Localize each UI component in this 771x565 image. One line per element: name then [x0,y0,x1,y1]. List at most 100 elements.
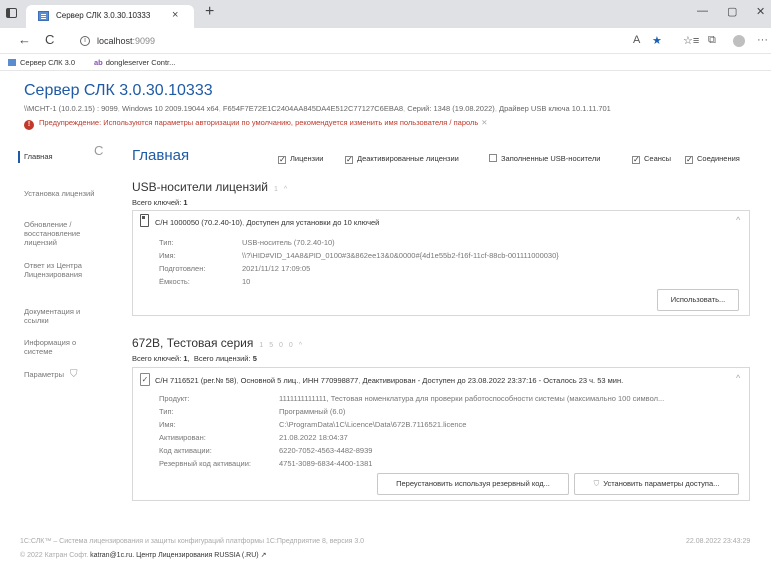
read-aloud-icon[interactable]: A [633,34,640,46]
sidebar-item-label: Ответ из Центра Лицензирования [24,261,83,279]
license-status: Деактивирован - Доступен до 23.08.2022 2… [362,376,624,385]
browser-tab-bar: Сервер СЛК 3.0.30.10333 × + — ▢ ✕ [0,0,771,28]
field-label: Имя: [159,251,176,260]
filter-label: Деактивированные лицензии [357,154,459,163]
footer-timestamp: 22.08.2022 23:43:29 [686,538,751,545]
filter-licenses[interactable]: ✓ Лицензии [278,154,323,164]
server-host: \\МСНТ-1 (10.0.2.15) : 9099 [24,104,118,113]
count-label: Всего ключей: [132,198,182,207]
field-label: Имя: [159,420,176,429]
section-badges[interactable]: 1 ^ [274,186,289,193]
field-label: Код активации: [159,446,212,455]
field-value: Программный (6.0) [279,407,346,416]
bookmark-favicon-icon [8,59,16,66]
collapse-icon[interactable]: ^ [736,215,740,225]
site-info-icon[interactable]: i [80,36,90,46]
tab-actions-icon[interactable] [6,8,17,18]
bookmark-server[interactable]: Сервер СЛК 3.0 [8,58,75,67]
sidebar-item-install[interactable]: Установка лицензий [24,189,116,198]
sidebar-item-label: Параметры [24,370,64,379]
favorite-star-icon[interactable]: ★ [652,34,662,47]
browser-tab[interactable]: Сервер СЛК 3.0.30.10333 × [26,5,194,28]
field-value: 4751-3089-6834-4400-1381 [279,459,373,468]
field-value: 6220-7052-4563-4482-8939 [279,446,373,455]
field-value: USB-носитель (70.2.40-10) [242,238,335,247]
section-title-text: 672B, Тестовая серия [132,336,254,350]
sidebar-item-label: Документация и ссылки [24,307,81,325]
warning-icon: ! [24,120,34,130]
footer-center-link[interactable]: Центр Лицензирования RUSSIA (.RU) [136,552,258,559]
count-label: Всего ключей: [132,354,182,363]
checkbox-checked-icon[interactable]: ✓ [278,156,286,164]
usb-status: Доступен для установки до 10 ключей [246,218,380,227]
sidebar-item-update[interactable]: Обновление / восстановление лицензий [24,220,104,247]
new-tab-icon[interactable]: + [205,4,214,20]
filter-label: Лицензии [290,154,324,163]
footer-copyright: © 2022 Катран Софт. katran@1c.ru. Центр … [20,551,266,559]
url-port: :9099 [132,36,156,46]
filter-label: Заполненные USB-носители [501,154,601,163]
bookmark-dongleserver[interactable]: ab dongleserver Contr... [94,58,175,67]
count-value: 1 [183,198,188,207]
usb-key-count: Всего ключей: 1 [132,198,188,207]
usb-card-head: С/Н 1000050 (70.2.40-10), Доступен для у… [155,218,380,227]
field-label: Тип: [159,238,174,247]
external-link-icon[interactable]: ↗ [261,552,267,559]
tab-title: Сервер СЛК 3.0.30.10333 [56,11,151,20]
sidebar-item-docs[interactable]: Документация и ссылки [24,307,104,325]
checkbox-unchecked-icon[interactable] [489,154,497,162]
checkbox-checked-icon[interactable]: ✓ [345,156,353,164]
count-value: 1 [183,354,188,363]
license-section-title: 672B, Тестовая серия 1 5 0 0 ^ [132,336,304,350]
profile-avatar[interactable] [733,35,745,47]
field-label: Резервный код активации: [159,459,251,468]
use-button[interactable]: Использовать... [657,289,739,311]
field-label: Активирован: [159,433,206,442]
sidebar-item-sysinfo[interactable]: Информация о системе [24,338,94,356]
bookmarks-bar: Сервер СЛК 3.0 ab dongleserver Contr... [0,54,771,71]
server-driver: Драйвер USB ключа 10.1.11.701 [498,104,611,113]
bookmark-label: Сервер СЛК 3.0 [20,58,76,67]
filter-sessions[interactable]: ✓ Сеансы [632,154,671,164]
filter-deactivated[interactable]: ✓ Деактивированные лицензии [345,154,459,164]
reload-icon[interactable]: C [45,33,54,47]
reinstall-backup-code-button[interactable]: Переустановить используя резервный код..… [377,473,569,495]
sidebar-item-settings[interactable]: Параметры ⛉ [24,370,116,380]
footer-email-link[interactable]: katran@1c.ru. [90,552,134,559]
license-count-value: 5 [252,354,257,363]
sidebar-active-marker [18,151,20,163]
collections-icon[interactable]: ⧉ [708,34,716,47]
set-access-params-button[interactable]: ⛉ Установить параметры доступа... [574,473,739,495]
license-serial: С/Н 7116521 (рег.№ 58) [155,376,237,385]
back-icon[interactable]: ← [18,33,31,47]
more-icon[interactable]: ··· [757,34,768,46]
filter-connections[interactable]: ✓ Соединения [685,154,740,164]
shield-icon: ⛉ [593,479,600,488]
page-title: Главная [132,147,190,164]
favorites-icon[interactable]: ☆≡ [683,34,699,47]
collapse-icon[interactable]: ^ [736,373,740,383]
field-value: 21.08.2022 18:04:37 [279,433,348,442]
warning-close-icon[interactable]: ✕ [481,118,487,127]
license-card-head: С/Н 7116521 (рег.№ 58), Основной 5 лиц.,… [155,376,624,385]
sidebar-item-response[interactable]: Ответ из Центра Лицензирования [24,261,104,279]
button-label: Установить параметры доступа... [603,479,720,488]
filter-full-usb[interactable]: Заполненные USB-носители [489,154,600,163]
field-value: \\?\HID#VID_14A8&PID_0100#3&862ee13&0&00… [242,251,559,260]
checkbox-checked-icon[interactable]: ✓ [632,156,640,164]
usb-device-card: С/Н 1000050 (70.2.40-10), Доступен для у… [132,210,750,316]
field-value: 2021/11/12 17:09:05 [242,264,311,273]
tab-close-icon[interactable]: × [172,9,178,21]
field-value: 1111111111111, Тестовая номенклатура для… [279,394,665,403]
section-badges[interactable]: 1 5 0 0 ^ [259,342,304,349]
field-label: Продукт: [159,394,190,403]
server-hash: F654F7E72E1C2404AA845DA4E512C77127C6EBA8 [222,104,404,113]
refresh-icon[interactable]: C [94,143,103,158]
url-input[interactable]: localhost:9099 [97,36,155,46]
checkbox-checked-icon[interactable]: ✓ [685,156,693,164]
server-title: Сервер СЛК 3.0.30.10333 [24,82,213,99]
close-window-icon[interactable]: ✕ [756,5,765,18]
sidebar-item-label: Главная [24,152,53,161]
restore-icon[interactable]: ▢ [727,5,737,18]
minimize-icon[interactable]: — [697,5,708,17]
